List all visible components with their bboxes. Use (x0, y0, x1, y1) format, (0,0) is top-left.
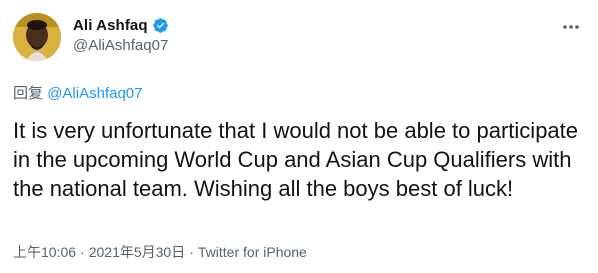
avatar[interactable] (13, 13, 61, 61)
more-options-icon[interactable] (561, 19, 581, 35)
reply-prefix: 回复 (13, 85, 44, 102)
reply-context: 回复 @AliAshfaq07 (13, 82, 142, 103)
meta-separator: · (189, 244, 194, 260)
verified-badge-icon (152, 17, 169, 34)
display-name[interactable]: Ali Ashfaq (73, 17, 148, 34)
tweet-text: It is very unfortunate that I would not … (13, 118, 579, 201)
tweet-time-link[interactable]: 上午10:06 (13, 244, 76, 260)
tweet-date-link[interactable]: 2021年5月30日 (89, 244, 186, 260)
tweet-metadata: 上午10:06 · 2021年5月30日 · Twitter for iPhone (13, 242, 307, 262)
display-name-row: Ali Ashfaq (73, 15, 169, 35)
user-handle[interactable]: @AliAshfaq07 (73, 37, 169, 54)
tweet-card: Ali Ashfaq @AliAshfaq07 回复 @AliAshfaq07 … (0, 0, 598, 273)
reply-to-handle-link[interactable]: @AliAshfaq07 (47, 85, 142, 102)
tweet-source: Twitter for iPhone (197, 244, 307, 260)
meta-separator: · (80, 244, 85, 260)
user-info: Ali Ashfaq @AliAshfaq07 (73, 15, 169, 55)
